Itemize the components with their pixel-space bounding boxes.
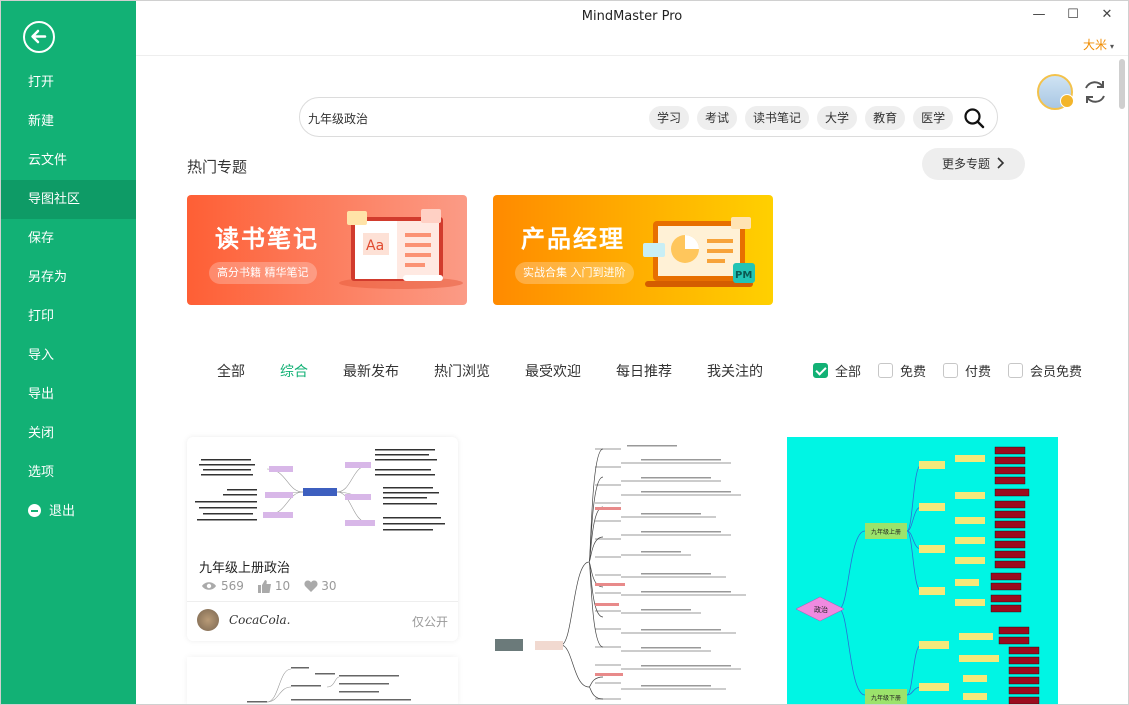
price-filters: 全部 免费 付费 会员免费 bbox=[813, 361, 1099, 380]
sidebar-item-exit[interactable]: 退出 bbox=[1, 492, 136, 531]
filter-free-label: 免费 bbox=[900, 365, 927, 380]
tab-comprehensive[interactable]: 综合 bbox=[280, 361, 308, 381]
sidebar-item-cloud-files[interactable]: 云文件 bbox=[1, 141, 136, 180]
heart-icon bbox=[304, 580, 318, 592]
author-avatar[interactable] bbox=[197, 609, 219, 631]
thumbs-up-icon bbox=[257, 579, 271, 593]
vip-badge-icon bbox=[1060, 94, 1074, 108]
refresh-icon[interactable] bbox=[1082, 78, 1108, 106]
search-tag-education[interactable]: 教育 bbox=[865, 106, 906, 130]
search-tag-exam[interactable]: 考试 bbox=[697, 106, 738, 130]
banner-reading-notes[interactable]: 读书笔记 高分书籍 精华笔记 Aa bbox=[187, 195, 467, 305]
filter-free-checkbox[interactable] bbox=[878, 363, 894, 378]
arrow-left-icon bbox=[31, 29, 47, 44]
mindmap-thumbnail bbox=[247, 667, 411, 703]
sidebar-item-exit-label: 退出 bbox=[49, 504, 76, 519]
mindmap-card-3[interactable]: 政治 九年级上册 九年级下册 bbox=[787, 437, 1058, 704]
sidebar-item-community[interactable]: 导图社区 bbox=[1, 180, 136, 219]
card-divider bbox=[187, 601, 458, 602]
mindmap-card-4[interactable] bbox=[187, 657, 458, 704]
tab-all[interactable]: 全部 bbox=[217, 361, 245, 381]
banner-title: 产品经理 bbox=[521, 225, 625, 253]
tab-latest[interactable]: 最新发布 bbox=[343, 361, 399, 381]
search-input[interactable] bbox=[306, 107, 630, 129]
book-illustration-icon: Aa bbox=[339, 209, 463, 289]
svg-text:Aa: Aa bbox=[366, 238, 384, 254]
mindmap-thumbnail bbox=[495, 445, 746, 700]
minimize-button[interactable]: — bbox=[1024, 5, 1054, 25]
back-button[interactable] bbox=[23, 21, 55, 53]
tab-hot-views[interactable]: 热门浏览 bbox=[434, 361, 490, 381]
scrollbar-thumb[interactable] bbox=[1119, 59, 1125, 109]
app-title: MindMaster Pro bbox=[581, 9, 683, 24]
banner-subtitle: 高分书籍 精华笔记 bbox=[209, 262, 317, 284]
sidebar-item-new[interactable]: 新建 bbox=[1, 102, 136, 141]
tab-daily-picks[interactable]: 每日推荐 bbox=[616, 361, 672, 381]
laptop-illustration-icon: PM bbox=[643, 217, 755, 287]
maximize-button[interactable]: ☐ bbox=[1058, 5, 1088, 25]
card-stats: 569 10 30 bbox=[201, 579, 350, 593]
search-tag-reading-notes[interactable]: 读书笔记 bbox=[745, 106, 810, 130]
mindmap-card-2[interactable] bbox=[491, 437, 761, 704]
sidebar-item-import[interactable]: 导入 bbox=[1, 336, 136, 375]
card-title: 九年级上册政治 bbox=[199, 561, 291, 576]
search-tags: 学习 考试 读书笔记 大学 教育 医学 bbox=[649, 106, 954, 130]
filter-member-free-label: 会员免费 bbox=[1030, 365, 1083, 380]
close-button[interactable]: ✕ bbox=[1092, 5, 1122, 25]
sidebar-menu: 打开 新建 云文件 导图社区 保存 另存为 打印 导入 导出 关闭 选项 退出 bbox=[1, 63, 136, 531]
search-icon[interactable] bbox=[963, 107, 985, 129]
chevron-right-icon bbox=[997, 157, 1005, 169]
avatar[interactable] bbox=[1037, 74, 1074, 110]
visibility-label: 仅公开 bbox=[411, 615, 448, 629]
search-tag-university[interactable]: 大学 bbox=[817, 106, 858, 130]
view-count: 569 bbox=[221, 579, 244, 593]
mindmap-thumbnail bbox=[195, 449, 445, 531]
favorite-count: 30 bbox=[321, 579, 337, 593]
sidebar-item-close[interactable]: 关闭 bbox=[1, 414, 136, 453]
banner-title: 读书笔记 bbox=[215, 225, 319, 253]
author-name[interactable]: CocaCola. bbox=[229, 613, 291, 627]
user-name: 大米 bbox=[1082, 38, 1107, 52]
branch-node-label: 九年级上册 bbox=[871, 528, 901, 536]
sidebar-item-open[interactable]: 打开 bbox=[1, 63, 136, 102]
more-topics-label: 更多专题 bbox=[941, 157, 990, 171]
sidebar-item-save[interactable]: 保存 bbox=[1, 219, 136, 258]
tab-following[interactable]: 我关注的 bbox=[707, 361, 763, 381]
search-tag-medicine[interactable]: 医学 bbox=[913, 106, 954, 130]
like-count: 10 bbox=[274, 579, 291, 593]
banner-product-manager[interactable]: 产品经理 实战合集 入门到进阶 PM bbox=[493, 195, 773, 305]
mindmap-thumbnail: 政治 九年级上册 九年级下册 bbox=[795, 446, 1040, 704]
tab-most-liked[interactable]: 最受欢迎 bbox=[525, 361, 581, 381]
app-window: 打开 新建 云文件 导图社区 保存 另存为 打印 导入 导出 关闭 选项 退出 … bbox=[0, 0, 1129, 705]
filter-member-free-checkbox[interactable] bbox=[1008, 363, 1024, 378]
filter-paid-label: 付费 bbox=[965, 365, 992, 380]
sidebar: 打开 新建 云文件 导图社区 保存 另存为 打印 导入 导出 关闭 选项 退出 bbox=[1, 1, 136, 704]
eye-icon bbox=[202, 582, 216, 590]
title-bar: MindMaster Pro — ☐ ✕ 大米 ▾ bbox=[136, 1, 1128, 56]
mindmap-card[interactable]: 九年级上册政治 569 10 30 CocaCola. 仅公开 bbox=[187, 437, 458, 641]
user-menu[interactable]: 大米 ▾ bbox=[1083, 36, 1114, 53]
category-tabs: 全部 综合 最新发布 热门浏览 最受欢迎 每日推荐 我关注的 bbox=[217, 361, 798, 381]
search-tag-study[interactable]: 学习 bbox=[649, 106, 690, 130]
hot-topics-title: 热门专题 bbox=[187, 158, 248, 176]
chevron-down-icon: ▾ bbox=[1109, 42, 1114, 51]
search-bar: 学习 考试 读书笔记 大学 教育 医学 bbox=[299, 97, 998, 137]
svg-text:PM: PM bbox=[735, 270, 752, 281]
filter-all-checkbox[interactable] bbox=[813, 363, 828, 378]
sidebar-item-options[interactable]: 选项 bbox=[1, 453, 136, 492]
filter-paid-checkbox[interactable] bbox=[943, 363, 959, 378]
sidebar-item-print[interactable]: 打印 bbox=[1, 297, 136, 336]
banner-subtitle: 实战合集 入门到进阶 bbox=[515, 262, 634, 284]
center-node-label: 政治 bbox=[814, 605, 828, 614]
sidebar-item-save-as[interactable]: 另存为 bbox=[1, 258, 136, 297]
sidebar-item-export[interactable]: 导出 bbox=[1, 375, 136, 414]
branch-node-label: 九年级下册 bbox=[871, 694, 901, 702]
more-topics-button[interactable]: 更多专题 bbox=[922, 148, 1025, 180]
filter-all-label: 全部 bbox=[835, 365, 862, 380]
minus-circle-icon bbox=[28, 504, 41, 517]
